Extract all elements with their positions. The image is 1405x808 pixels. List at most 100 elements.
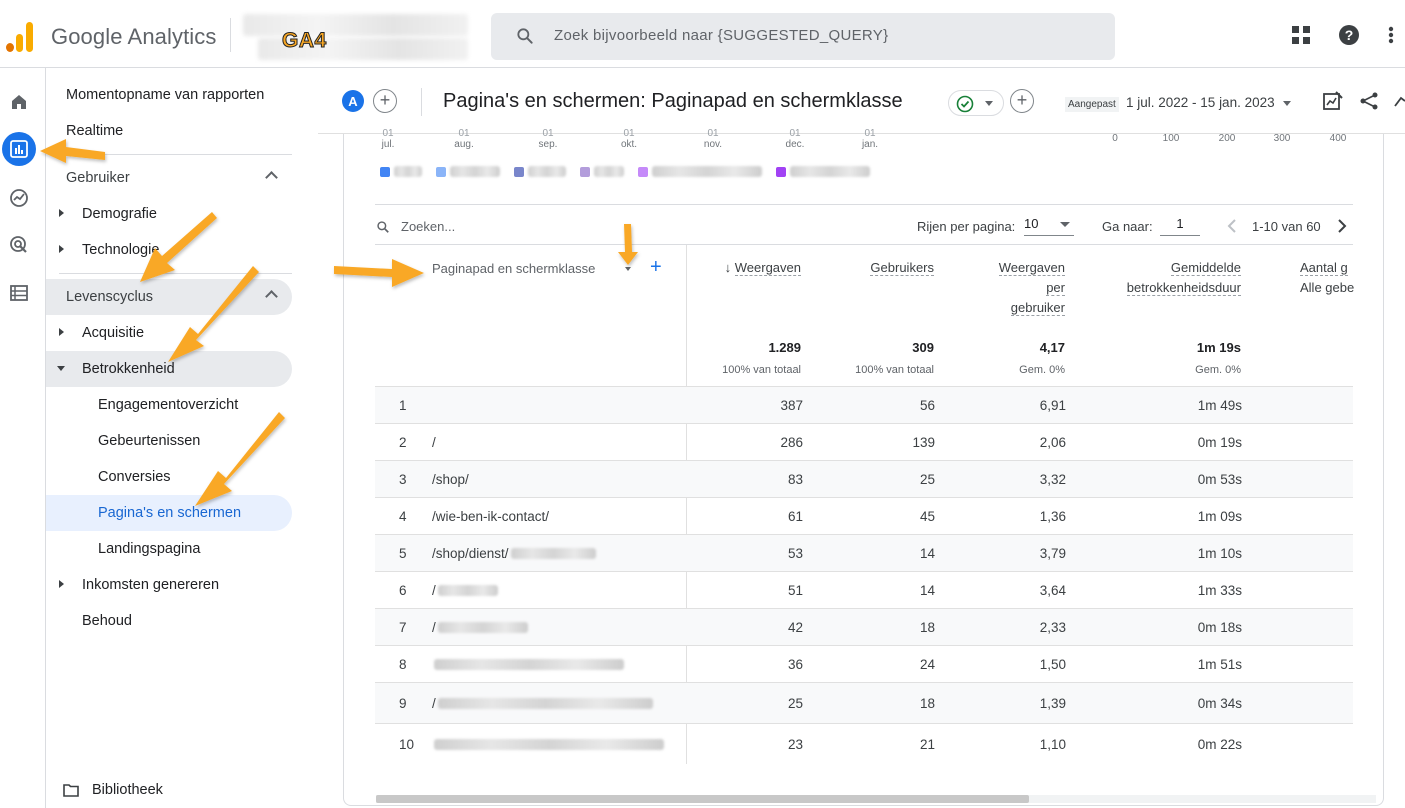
date-range-picker[interactable]: 1 jul. 2022 - 15 jan. 2023 — [1126, 95, 1291, 110]
table-row[interactable]: 6 / 51 14 3,64 1m 33s — [375, 571, 1353, 608]
dimension-header[interactable]: Paginapad en schermklasse — [432, 261, 595, 276]
nav-landing-page[interactable]: Landingspagina — [46, 531, 292, 567]
page-path-cell[interactable]: /wie-ben-ik-contact/ — [432, 509, 549, 524]
avg-engagement-cell: 0m 34s — [1197, 695, 1242, 711]
table-row[interactable]: 1 387 56 6,91 1m 49s — [375, 386, 1353, 423]
prev-page-icon[interactable] — [1226, 218, 1238, 234]
date-label: Aangepast — [1065, 97, 1119, 112]
nav-demographics[interactable]: Demografie — [46, 196, 292, 232]
customize-report-icon[interactable] — [1322, 90, 1344, 112]
add-filter-icon[interactable]: + — [1010, 89, 1034, 113]
nav-conversions[interactable]: Conversies — [46, 459, 292, 495]
views-cell: 25 — [787, 695, 803, 711]
views-cell: 51 — [787, 582, 803, 598]
insights-icon[interactable] — [1393, 90, 1405, 112]
more-vert-icon[interactable] — [1383, 24, 1399, 46]
col-label: betrokkenheidsduur — [1126, 280, 1241, 296]
account-name-blurred[interactable] — [243, 14, 468, 36]
nav-engagement[interactable]: Betrokkenheid — [46, 351, 292, 387]
nav-retention[interactable]: Behoud — [46, 603, 292, 639]
page-path: / — [432, 619, 436, 635]
help-icon[interactable]: ? — [1338, 24, 1360, 46]
report-status-button[interactable] — [948, 90, 1004, 116]
table-row[interactable]: 10 23 21 1,10 0m 22s — [375, 723, 1353, 764]
page-path-cell[interactable]: / — [432, 696, 653, 711]
table-row[interactable]: 7 / 42 18 2,33 0m 18s — [375, 608, 1353, 645]
rows-per-page-select[interactable]: 10 — [1024, 214, 1074, 236]
configure-icon[interactable] — [4, 278, 34, 308]
rows-per-page-label: Rijen per pagina: — [917, 219, 1016, 234]
page-path-cell[interactable] — [432, 657, 624, 672]
caret-right-icon — [59, 328, 64, 336]
toolbar-divider — [375, 204, 1353, 205]
page-path-cell[interactable]: / — [432, 583, 498, 598]
advertising-icon[interactable] — [4, 230, 34, 260]
apps-grid-icon[interactable] — [1290, 24, 1312, 46]
nav-events[interactable]: Gebeurtenissen — [46, 423, 292, 459]
nav-section-user[interactable]: Gebruiker — [46, 160, 292, 196]
nav-engagement-overview[interactable]: Engagementoverzicht — [46, 387, 292, 423]
nav-library[interactable]: Bibliotheek — [46, 772, 292, 808]
col-header-event-count[interactable]: Aantal g Alle gebe — [1300, 258, 1384, 298]
views-per-user-cell: 1,39 — [1039, 695, 1066, 711]
views-per-user-cell: 3,64 — [1039, 582, 1066, 598]
avg-engagement-cell: 1m 09s — [1197, 508, 1242, 524]
table-row[interactable]: 5/shop/dienst/53 14 3,79 1m 10s — [375, 534, 1353, 571]
nav-technology[interactable]: Technologie — [46, 232, 292, 268]
legend-label-blurred — [594, 166, 624, 177]
nav-monetization[interactable]: Inkomsten genereren — [46, 567, 292, 603]
page-path-cell[interactable]: / — [432, 435, 436, 450]
total-views-sub: 100% van totaal — [722, 364, 801, 376]
nav-reports-snapshot[interactable]: Momentopname van rapporten — [46, 77, 292, 113]
chevron-up-icon — [265, 290, 278, 303]
views-cell: 83 — [787, 471, 803, 487]
home-icon[interactable] — [4, 87, 34, 117]
table-row[interactable]: 9 / 25 18 1,39 0m 34s — [375, 682, 1353, 723]
users-cell: 45 — [919, 508, 935, 524]
nav-section-lifecycle[interactable]: Levenscyclus — [46, 279, 292, 315]
reports-icon[interactable] — [2, 132, 36, 166]
share-icon[interactable] — [1358, 90, 1380, 112]
table-search-input[interactable]: Zoeken... — [401, 219, 455, 234]
total-views: 1.289 — [768, 340, 801, 355]
page-path: /shop/ — [432, 471, 469, 487]
views-cell: 53 — [787, 545, 803, 561]
table-row[interactable]: 3/shop/83 25 3,32 0m 53s — [375, 460, 1353, 497]
page-path: / — [432, 582, 436, 598]
page-path-cell[interactable]: /shop/ — [432, 472, 469, 487]
col-header-avg-engagement[interactable]: Gemiddelde betrokkenheidsduur — [1126, 258, 1241, 298]
bar-tick-label: 300 — [1273, 133, 1291, 144]
views-per-user-cell: 2,33 — [1039, 619, 1066, 635]
caret-down-icon[interactable] — [625, 267, 631, 271]
nav-pages-screens[interactable]: Pagina's en schermen — [46, 495, 292, 531]
table-row[interactable]: 8 36 24 1,50 1m 51s — [375, 645, 1353, 682]
users-cell: 139 — [912, 434, 935, 450]
page-path-blurred — [437, 698, 653, 710]
search-icon — [517, 28, 533, 44]
add-comparison-icon[interactable]: + — [373, 89, 397, 113]
col-header-views-per-user[interactable]: Weergaven per gebruiker — [998, 258, 1065, 318]
avg-engagement-cell: 1m 51s — [1197, 656, 1242, 672]
page-path-cell[interactable] — [432, 737, 664, 752]
goto-page-input[interactable]: 1 — [1160, 214, 1200, 236]
col-header-users[interactable]: Gebruikers — [870, 258, 934, 278]
page-path-cell[interactable]: / — [432, 620, 528, 635]
add-dimension-button[interactable]: + — [650, 257, 662, 277]
bar-tick-label: 200 — [1218, 133, 1236, 144]
next-page-icon[interactable] — [1336, 218, 1348, 234]
search-bar[interactable]: Zoek bijvoorbeeld naar {SUGGESTED_QUERY} — [491, 13, 1115, 60]
horizontal-scrollbar[interactable] — [376, 795, 1029, 803]
app-brand: Google Analytics — [51, 24, 217, 49]
table-row[interactable]: 4/wie-ben-ik-contact/61 45 1,36 1m 09s — [375, 497, 1353, 534]
table-row[interactable]: 2 / 286 139 2,06 0m 19s — [375, 423, 1353, 460]
legend-swatch — [436, 167, 446, 177]
nav-realtime[interactable]: Realtime — [46, 113, 292, 149]
col-header-views[interactable]: ↓ Weergaven — [725, 258, 801, 278]
goto-label: Ga naar: — [1102, 219, 1153, 234]
row-index: 2 — [399, 434, 407, 450]
page-path-cell[interactable]: /shop/dienst/ — [432, 546, 596, 561]
col-sublabel: Alle gebe — [1300, 280, 1355, 295]
nav-acquisition[interactable]: Acquisitie — [46, 315, 292, 351]
comparison-avatar[interactable]: A — [342, 90, 364, 112]
explore-icon[interactable] — [4, 183, 34, 213]
